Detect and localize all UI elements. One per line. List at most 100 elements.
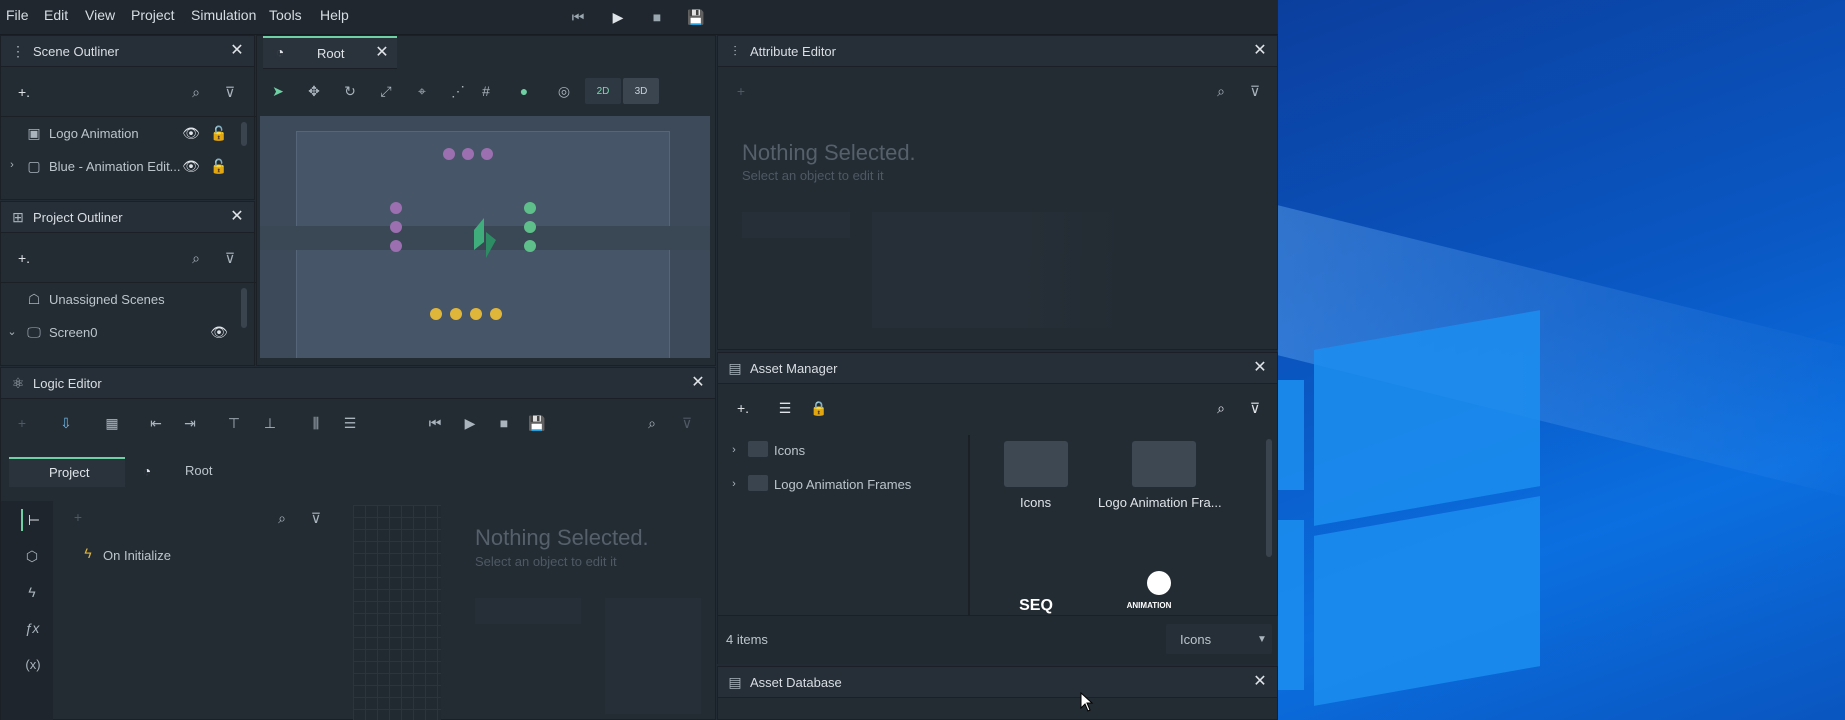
tree-item[interactable]: Logo Animation Frames — [774, 477, 911, 492]
variable-icon[interactable]: (x) — [21, 653, 45, 675]
chevron-right-icon[interactable]: › — [5, 158, 19, 172]
list-item[interactable]: Screen0 — [49, 325, 97, 340]
function-icon[interactable]: ƒx — [21, 617, 43, 639]
camera-icon[interactable]: ◎ — [555, 82, 573, 100]
search-icon[interactable]: ⌕ — [187, 83, 205, 101]
filter-icon[interactable]: ⊽ — [221, 249, 239, 267]
project-outliner-panel: ⊞ Project Outliner ✕ +. ⌕ ⊽ ☖ Unassigned… — [0, 201, 256, 366]
menu-tools[interactable]: Tools — [269, 7, 302, 23]
close-icon[interactable]: ✕ — [228, 41, 246, 59]
lock-icon[interactable]: 🔓 — [210, 124, 228, 142]
close-icon[interactable]: ✕ — [1251, 41, 1269, 59]
close-icon[interactable]: ✕ — [1251, 672, 1269, 690]
stop-icon[interactable]: ■ — [646, 6, 668, 28]
stop-icon[interactable]: ■ — [495, 414, 513, 432]
scale-tool-icon[interactable]: ⤢ — [377, 82, 395, 100]
close-icon[interactable]: ✕ — [689, 373, 707, 391]
import-icon[interactable]: ⇩ — [57, 414, 75, 432]
lock-icon[interactable]: 🔒 — [810, 399, 828, 417]
menu-project[interactable]: Project — [131, 7, 175, 23]
add-icon[interactable]: + — [732, 82, 750, 100]
add-icon[interactable]: + — [13, 414, 31, 432]
snap-icon[interactable]: ⋰ — [449, 82, 467, 100]
filter-icon[interactable]: ⊽ — [307, 509, 325, 527]
add-icon[interactable]: + — [69, 508, 87, 526]
mode-2d-button[interactable]: 2D — [585, 78, 621, 104]
lock-icon[interactable]: 🔓 — [210, 157, 228, 175]
add-icon[interactable]: +. — [13, 248, 35, 268]
menu-edit[interactable]: Edit — [44, 7, 68, 23]
scrollbar[interactable] — [241, 288, 247, 328]
search-icon[interactable]: ⌕ — [273, 509, 291, 527]
select-tool-icon[interactable]: ➤ — [269, 82, 287, 100]
search-icon[interactable]: ⌕ — [187, 249, 205, 267]
align-middle-icon[interactable]: ⊥ — [261, 414, 279, 432]
distribute-v-icon[interactable]: ☰ — [341, 414, 359, 432]
scrollbar[interactable] — [1266, 439, 1272, 557]
filter-icon[interactable]: ⊽ — [678, 414, 696, 432]
menu-file[interactable]: File — [6, 7, 29, 23]
save-icon[interactable]: 💾 — [685, 6, 707, 28]
grid-layout-icon[interactable]: ▦ — [103, 414, 121, 432]
search-icon[interactable]: ⌕ — [1212, 399, 1230, 417]
close-icon[interactable]: ✕ — [1251, 358, 1269, 376]
add-icon[interactable]: +. — [13, 82, 35, 102]
node-graph-preview[interactable] — [353, 505, 441, 720]
chevron-right-icon[interactable]: › — [728, 477, 740, 491]
rewind-icon[interactable]: ⏮ — [426, 414, 444, 432]
pin-icon[interactable]: ⌖ — [413, 82, 431, 100]
close-icon[interactable]: ✕ — [228, 207, 246, 225]
yellow-dot — [470, 308, 482, 320]
folder-icon[interactable] — [1132, 441, 1196, 487]
list-item[interactable]: Blue - Animation Edit... — [49, 159, 181, 174]
align-left-icon[interactable]: ⇤ — [147, 414, 165, 432]
tree-icon[interactable]: ⊢ — [21, 509, 45, 531]
distribute-h-icon[interactable]: ⫼ — [307, 414, 325, 432]
list-item[interactable]: Unassigned Scenes — [49, 292, 165, 307]
save-icon[interactable]: 💾 — [528, 414, 546, 432]
cube-icon[interactable]: ⬡ — [21, 545, 43, 567]
align-top-icon[interactable]: ⊤ — [225, 414, 243, 432]
list-view-icon[interactable]: ☰ — [776, 399, 794, 417]
play-icon[interactable]: ▶ — [461, 414, 479, 432]
rotate-tool-icon[interactable]: ↻ — [341, 82, 359, 100]
tab-project[interactable]: Project — [9, 457, 125, 487]
filter-icon[interactable]: ⊽ — [221, 83, 239, 101]
drag-handle-icon[interactable]: ⋮ — [9, 42, 27, 60]
rewind-icon[interactable]: ⏮ — [567, 6, 589, 28]
filter-icon[interactable]: ⊽ — [1246, 399, 1264, 417]
mode-3d-button[interactable]: 3D — [623, 78, 659, 104]
menu-view[interactable]: View — [85, 7, 115, 23]
filter-select[interactable]: Icons ▼ — [1166, 624, 1272, 654]
eye-icon[interactable]: 👁 — [210, 323, 228, 341]
menu-simulation[interactable]: Simulation — [191, 7, 256, 23]
tree-item[interactable]: Icons — [774, 443, 805, 458]
eye-icon[interactable]: 👁 — [182, 157, 200, 175]
filter-select-value: Icons — [1180, 632, 1212, 647]
menu-help[interactable]: Help — [320, 7, 349, 23]
scene-viewport[interactable] — [260, 116, 710, 358]
list-item[interactable]: Logo Animation — [49, 126, 139, 141]
lightning-icon[interactable]: ϟ — [21, 581, 43, 603]
close-icon[interactable]: ✕ — [373, 43, 391, 61]
grid-icon[interactable]: # — [477, 82, 495, 100]
light-icon[interactable]: ● — [515, 82, 533, 100]
filter-icon[interactable]: ⊽ — [1246, 82, 1264, 100]
move-tool-icon[interactable]: ✥ — [305, 82, 323, 100]
tab-root[interactable]: ◔ Root — [129, 457, 249, 485]
animation-file-icon[interactable]: ANIMATION — [1114, 571, 1184, 615]
chevron-right-icon[interactable]: › — [728, 443, 740, 457]
chevron-down-icon[interactable]: ⌄ — [5, 324, 19, 338]
search-icon[interactable]: ⌕ — [1212, 82, 1230, 100]
align-right-icon[interactable]: ⇥ — [181, 414, 199, 432]
viewport-tab[interactable]: ◔ Root ✕ — [263, 36, 397, 69]
seq-file-icon[interactable]: SEQ — [1014, 571, 1058, 615]
scrollbar[interactable] — [241, 122, 247, 146]
splitter[interactable] — [968, 435, 970, 615]
search-icon[interactable]: ⌕ — [643, 414, 661, 432]
folder-icon[interactable] — [1004, 441, 1068, 487]
eye-icon[interactable]: 👁 — [182, 124, 200, 142]
add-icon[interactable]: +. — [732, 399, 754, 417]
play-icon[interactable]: ▶ — [607, 6, 629, 28]
tree-item[interactable]: On Initialize — [103, 548, 171, 563]
